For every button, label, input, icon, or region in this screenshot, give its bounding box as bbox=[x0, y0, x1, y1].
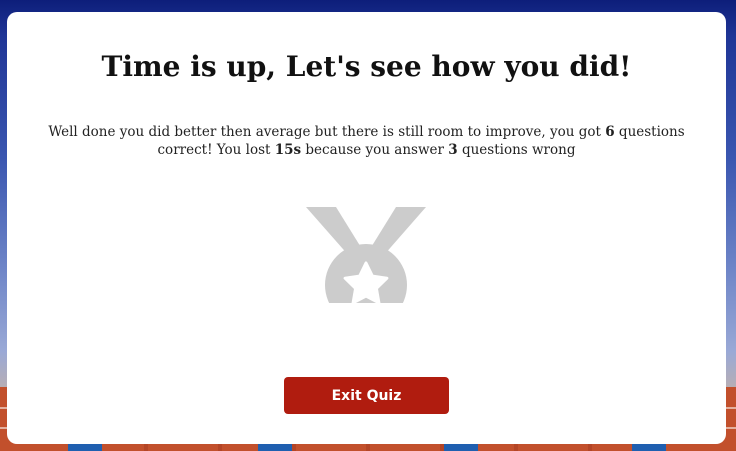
correct-count: 6 bbox=[605, 124, 615, 140]
medal-star-icon bbox=[306, 207, 426, 303]
results-modal: Time is up, Let's see how you did! Well … bbox=[7, 12, 726, 444]
lost-time: 15s bbox=[274, 142, 302, 158]
exit-quiz-button[interactable]: Exit Quiz bbox=[284, 377, 449, 414]
results-title: Time is up, Let's see how you did! bbox=[101, 50, 632, 83]
results-message: Well done you did better then average bu… bbox=[48, 124, 685, 158]
wrong-count: 3 bbox=[448, 142, 458, 158]
